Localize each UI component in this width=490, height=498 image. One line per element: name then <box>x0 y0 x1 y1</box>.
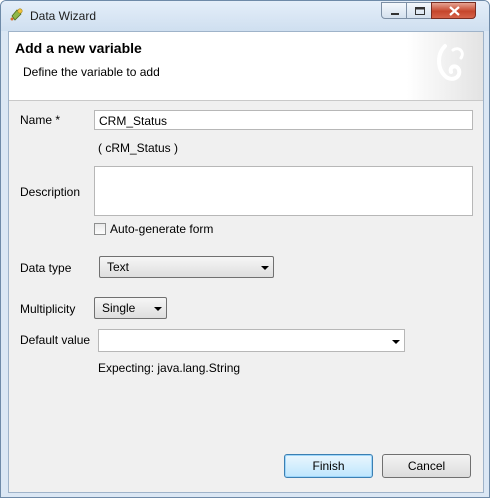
bonita-logo-icon <box>407 32 483 100</box>
banner-title: Add a new variable <box>15 40 142 56</box>
chevron-down-icon <box>392 340 400 344</box>
cancel-button[interactable]: Cancel <box>382 454 471 478</box>
data-type-select[interactable]: Text <box>99 256 274 278</box>
default-value-combo[interactable] <box>98 329 405 352</box>
close-button[interactable] <box>431 2 476 19</box>
auto-generate-form-label: Auto-generate form <box>110 222 214 236</box>
name-input[interactable]: CRM_Status <box>94 110 473 130</box>
expecting-type-hint: Expecting: java.lang.String <box>98 361 241 375</box>
default-value-label: Default value <box>20 333 91 347</box>
data-type-value: Text <box>107 260 130 274</box>
chevron-down-icon <box>261 266 269 270</box>
data-wizard-window: Data Wizard Add a new variable Define th… <box>0 0 490 498</box>
minimize-icon <box>391 13 399 15</box>
finish-button[interactable]: Finish <box>284 454 373 478</box>
maximize-icon <box>415 7 425 15</box>
maximize-button[interactable] <box>406 2 432 19</box>
multiplicity-label: Multiplicity <box>20 302 76 316</box>
close-icon <box>449 6 460 16</box>
wizard-banner: Add a new variable Define the variable t… <box>9 32 483 101</box>
data-type-label: Data type <box>20 261 72 275</box>
description-label: Description <box>20 185 81 199</box>
minimize-button[interactable] <box>381 2 407 19</box>
auto-generate-form-checkbox[interactable] <box>94 223 106 235</box>
description-textarea[interactable] <box>94 166 473 216</box>
dialog-content: Add a new variable Define the variable t… <box>8 31 484 493</box>
name-input-value: CRM_Status <box>99 114 168 128</box>
multiplicity-select[interactable]: Single <box>94 297 167 319</box>
wizard-icon <box>10 8 23 21</box>
title-bar[interactable]: Data Wizard <box>1 1 489 31</box>
multiplicity-value: Single <box>102 301 136 315</box>
banner-subtitle: Define the variable to add <box>23 65 160 79</box>
name-hint: ( cRM_Status ) <box>98 141 179 155</box>
name-label: Name * <box>20 113 61 127</box>
window-title: Data Wizard <box>30 9 97 23</box>
chevron-down-icon <box>154 307 162 311</box>
